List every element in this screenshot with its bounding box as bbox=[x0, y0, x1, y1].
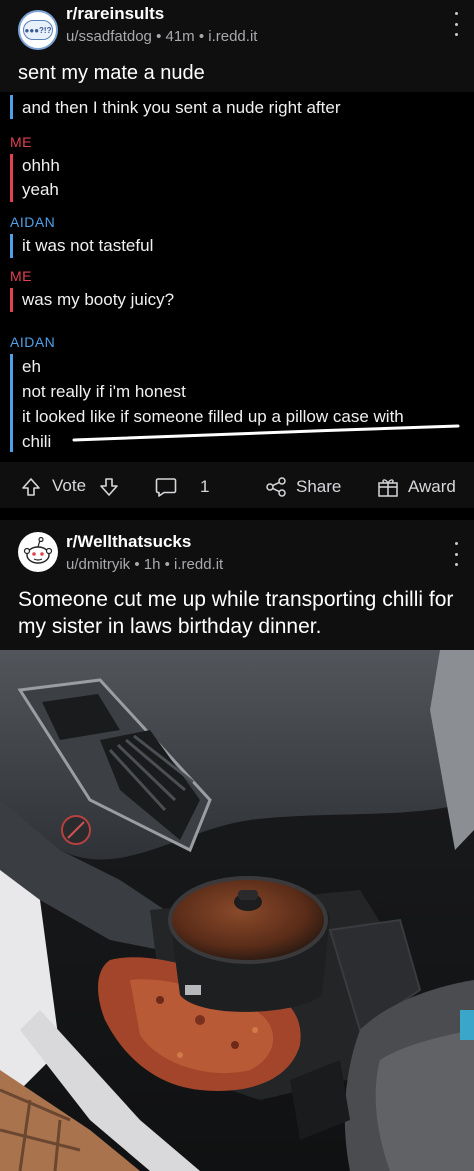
upvote-arrow-icon bbox=[22, 478, 40, 496]
subreddit-name[interactable]: r/Wellthatsucks bbox=[66, 532, 191, 552]
post-card-wellthatsucks[interactable]: r/Wellthatsucks u/dmitryik • 1h • i.redd… bbox=[0, 520, 474, 1171]
share-button[interactable]: Share bbox=[264, 476, 341, 498]
chat-line: eh bbox=[22, 357, 41, 376]
chat-line: chili bbox=[22, 432, 52, 451]
subreddit-avatar[interactable] bbox=[18, 532, 58, 572]
subreddit-name[interactable]: r/rareinsults bbox=[66, 4, 164, 24]
subreddit-avatar[interactable]: ●●●?!? bbox=[18, 10, 58, 50]
message-bar bbox=[10, 354, 13, 452]
chat-line: and then I think you sent a nude right a… bbox=[22, 98, 341, 117]
sender-label-me: ME bbox=[10, 134, 32, 150]
underline-scribble bbox=[72, 424, 460, 442]
gift-award-icon bbox=[378, 479, 398, 497]
downvote-arrow-icon bbox=[100, 478, 118, 496]
more-options-icon[interactable] bbox=[450, 542, 462, 566]
downvote-button[interactable] bbox=[98, 476, 120, 498]
message-bar bbox=[10, 288, 13, 312]
award-button[interactable]: Award bbox=[376, 476, 456, 498]
post-action-bar: Vote 1 Share Award bbox=[0, 464, 474, 508]
share-label: Share bbox=[296, 477, 342, 496]
share-icon bbox=[266, 477, 286, 497]
vote-label: Vote bbox=[52, 476, 87, 495]
post-card-rareinsults[interactable]: ●●●?!? r/rareinsults u/ssadfatdog • 41m … bbox=[0, 0, 474, 508]
sender-label-aidan: AIDAN bbox=[10, 334, 56, 350]
message-bar bbox=[10, 154, 13, 202]
car-footwell-chilli-photo bbox=[0, 650, 474, 1171]
message-bar bbox=[10, 95, 13, 119]
speech-bubble-icon: ●●●?!? bbox=[23, 20, 53, 40]
post-title[interactable]: sent my mate a nude bbox=[18, 62, 205, 85]
comments-button[interactable]: 1 bbox=[154, 476, 209, 498]
post-meta: u/dmitryik • 1h • i.redd.it bbox=[66, 556, 224, 573]
chat-line: it was not tasteful bbox=[22, 236, 154, 255]
post-meta: u/ssadfatdog • 41m • i.redd.it bbox=[66, 28, 258, 45]
sender-label-me: ME bbox=[10, 268, 32, 284]
comment-count: 1 bbox=[200, 477, 210, 496]
sender-label-aidan: AIDAN bbox=[10, 214, 56, 230]
upvote-button[interactable] bbox=[20, 476, 42, 498]
chat-line: ohhh bbox=[22, 156, 60, 175]
more-options-icon[interactable] bbox=[450, 12, 462, 36]
snoo-mascot-icon bbox=[23, 536, 53, 564]
chat-screenshot: and then I think you sent a nude right a… bbox=[0, 92, 474, 462]
post-title[interactable]: Someone cut me up while transporting chi… bbox=[18, 586, 458, 640]
chat-line: was my booty juicy? bbox=[22, 290, 175, 309]
chat-line: yeah bbox=[22, 180, 59, 199]
comment-bubble-icon bbox=[155, 478, 177, 497]
post-image[interactable] bbox=[0, 650, 474, 1171]
message-bar bbox=[10, 234, 13, 258]
chat-line: not really if i'm honest bbox=[22, 382, 186, 401]
award-label: Award bbox=[408, 477, 456, 496]
post-header: ●●●?!? r/rareinsults u/ssadfatdog • 41m … bbox=[0, 0, 474, 56]
feed-divider bbox=[0, 508, 474, 520]
